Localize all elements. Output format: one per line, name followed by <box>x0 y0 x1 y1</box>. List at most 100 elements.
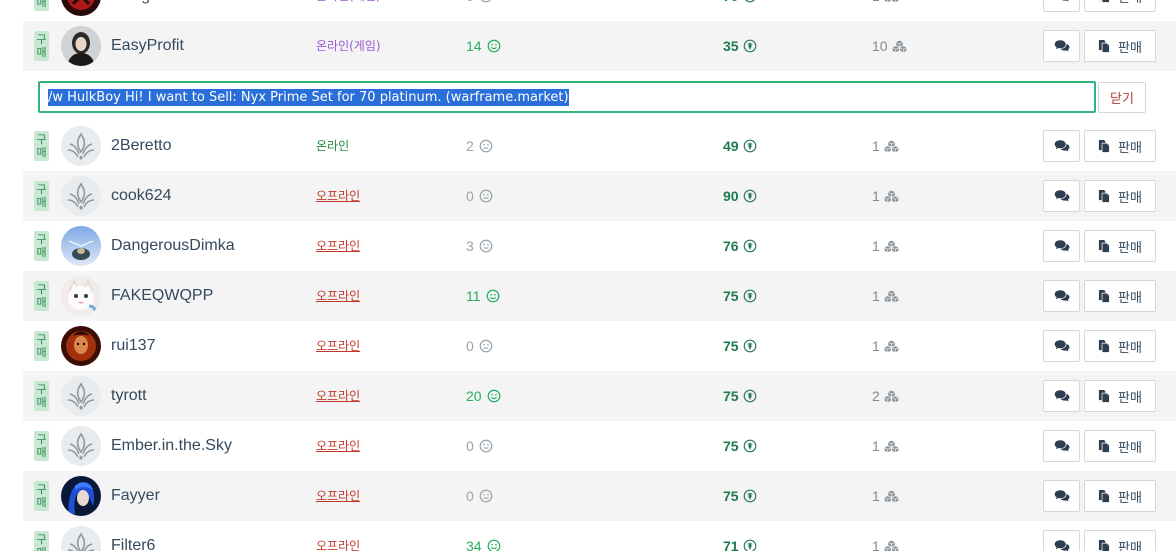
avatar[interactable] <box>61 326 101 366</box>
quantity: 1 <box>872 121 899 171</box>
avatar[interactable] <box>61 426 101 466</box>
sell-button[interactable]: 판매 <box>1084 480 1156 512</box>
avatar[interactable] <box>61 526 101 551</box>
quantity-value: 10 <box>872 38 888 54</box>
buyer-badge: 구 매 <box>34 31 49 61</box>
sell-button-label: 판매 <box>1118 390 1142 406</box>
status-label[interactable]: 오프라인 <box>316 471 360 521</box>
copy-icon <box>1098 440 1110 453</box>
chat-button[interactable] <box>1043 530 1080 551</box>
chat-button[interactable] <box>1043 430 1080 462</box>
copy-icon <box>1098 340 1110 353</box>
platinum-value: 75 <box>723 488 739 504</box>
copy-icon <box>1098 140 1110 153</box>
username[interactable]: rui137 <box>111 321 155 371</box>
default-avatar-icon <box>61 526 101 551</box>
sell-button-label: 판매 <box>1118 40 1142 56</box>
platinum-price: 75 <box>723 271 757 321</box>
order-row: 구 매 Ember.in.the.Sky 오프라인 0 75 1 판매 <box>23 421 1176 471</box>
sell-button[interactable]: 판매 <box>1084 380 1156 412</box>
smiley-icon <box>487 39 500 53</box>
avatar[interactable] <box>61 126 101 166</box>
chat-button[interactable] <box>1043 0 1080 12</box>
platinum-price: 35 <box>723 21 757 71</box>
reputation: 0 <box>466 471 493 521</box>
sell-button[interactable]: 판매 <box>1084 530 1156 551</box>
copy-icon <box>1098 290 1110 303</box>
username[interactable]: lbengar122 <box>111 0 191 21</box>
cubes-icon <box>884 240 899 252</box>
avatar[interactable] <box>61 0 101 16</box>
smiley-icon <box>479 339 493 353</box>
avatar[interactable] <box>61 276 101 316</box>
cubes-icon <box>884 190 899 202</box>
chat-bubbles-icon <box>1061 0 1068 2</box>
cubes-icon <box>884 540 899 551</box>
status-label[interactable]: 오프라인 <box>316 171 360 221</box>
status-label[interactable]: 오프라인 <box>316 271 360 321</box>
order-row: 구 매 rui137 오프라인 0 75 1 판매 <box>23 321 1176 371</box>
chat-button[interactable] <box>1043 30 1080 62</box>
avatar[interactable] <box>61 26 101 66</box>
chat-button[interactable] <box>1043 180 1080 212</box>
avatar[interactable] <box>61 226 101 266</box>
chat-button[interactable] <box>1043 230 1080 262</box>
reputation-value: 20 <box>466 388 482 404</box>
reputation-value: 11 <box>466 288 481 304</box>
platinum-icon <box>743 239 756 253</box>
username[interactable]: Fayyer <box>111 471 160 521</box>
status-label[interactable]: 오프라인 <box>316 321 360 371</box>
username[interactable]: Filter6 <box>111 521 155 551</box>
reputation-value: 0 <box>466 438 474 454</box>
platinum-icon <box>743 489 756 503</box>
platinum-price: 75 <box>723 421 757 471</box>
sell-button[interactable]: 판매 <box>1084 330 1156 362</box>
status-label[interactable]: 오프라인 <box>316 521 360 551</box>
whisper-message-input[interactable]: /w HulkBoy Hi! I want to Sell: Nyx Prime… <box>38 81 1096 113</box>
cubes-icon <box>892 40 906 52</box>
avatar[interactable] <box>61 176 101 216</box>
chat-button[interactable] <box>1043 330 1080 362</box>
status-label[interactable]: 오프라인 <box>316 371 360 421</box>
reputation: 0 <box>466 0 493 21</box>
copy-icon <box>1098 490 1110 503</box>
platinum-icon <box>743 439 756 453</box>
sell-button[interactable]: 판매 <box>1084 230 1156 262</box>
status-label[interactable]: 오프라인 <box>316 221 360 271</box>
close-button[interactable]: 닫기 <box>1098 82 1146 113</box>
username[interactable]: EasyProfit <box>111 21 184 71</box>
order-row: 구 매 tyrott 오프라인 20 75 2 판매 <box>23 371 1176 421</box>
chat-button[interactable] <box>1043 480 1080 512</box>
reputation-value: 2 <box>466 138 474 154</box>
username[interactable]: DangerousDimka <box>111 221 235 271</box>
sell-button[interactable]: 판매 <box>1084 180 1156 212</box>
username[interactable]: Ember.in.the.Sky <box>111 421 232 471</box>
chat-bubbles-icon <box>1054 340 1069 352</box>
avatar[interactable] <box>61 376 101 416</box>
chat-button[interactable] <box>1043 380 1080 412</box>
sell-button[interactable]: 판매 <box>1084 280 1156 312</box>
sell-button[interactable]: 판매 <box>1084 30 1156 62</box>
user-avatar-icon <box>61 0 101 16</box>
whisper-message-text: /w HulkBoy Hi! I want to Sell: Nyx Prime… <box>48 88 569 106</box>
chat-button[interactable] <box>1043 130 1080 162</box>
reputation: 0 <box>466 171 493 221</box>
sell-button[interactable]: 판매 <box>1084 130 1156 162</box>
default-avatar-icon <box>61 426 101 466</box>
buyer-badge: 구 매 <box>34 481 49 511</box>
status-label[interactable]: 오프라인 <box>316 421 360 471</box>
chat-button[interactable] <box>1043 280 1080 312</box>
default-avatar-icon <box>61 176 101 216</box>
username[interactable]: 2Beretto <box>111 121 171 171</box>
avatar[interactable] <box>61 476 101 516</box>
username[interactable]: FAKEQWQPP <box>111 271 213 321</box>
platinum-value: 35 <box>723 38 739 54</box>
sell-button[interactable]: 판매 <box>1084 430 1156 462</box>
sell-button[interactable]: 판매 <box>1084 0 1156 12</box>
username[interactable]: cook624 <box>111 171 172 221</box>
platinum-price: 75 <box>723 471 757 521</box>
platinum-icon <box>743 389 756 403</box>
user-avatar-icon <box>61 476 101 516</box>
username[interactable]: tyrott <box>111 371 147 421</box>
quantity: 1 <box>872 0 899 21</box>
